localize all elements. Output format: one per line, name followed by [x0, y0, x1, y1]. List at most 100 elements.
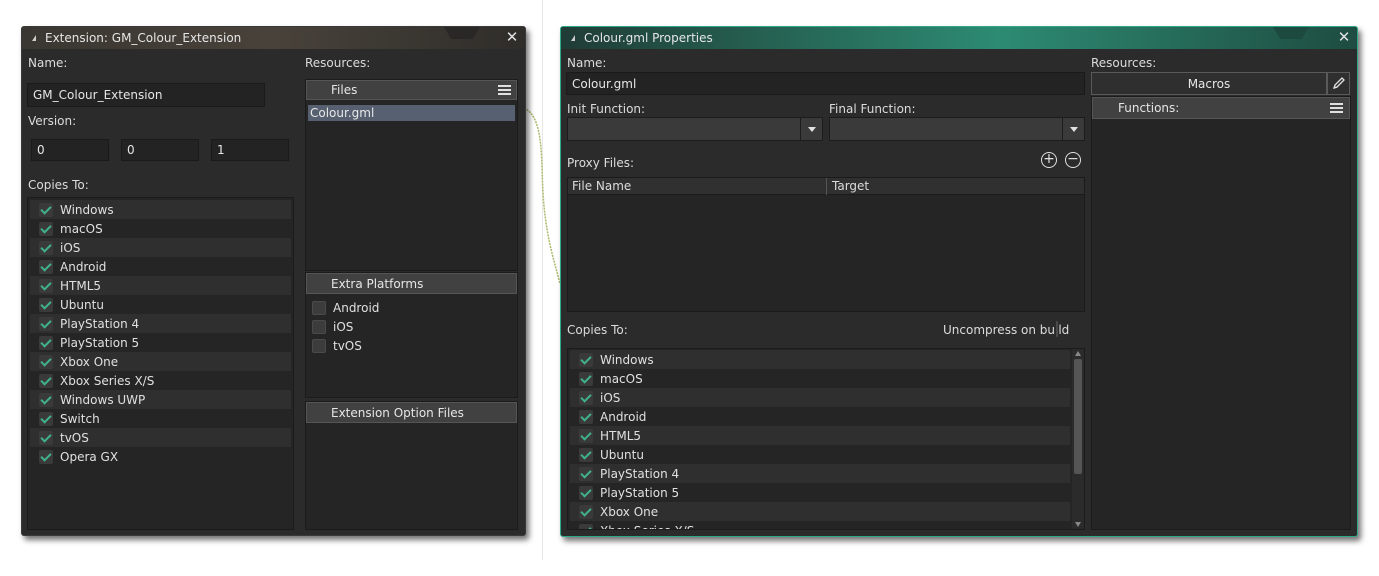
checkmark-icon[interactable]: [39, 240, 53, 255]
extension-window: Extension: GM_Colour_Extension ✕ Name: G…: [21, 26, 526, 536]
copies-to-item[interactable]: Ubuntu: [570, 445, 1070, 464]
checkmark-icon[interactable]: [579, 428, 593, 443]
checkmark-icon[interactable]: [39, 259, 53, 274]
copies-to-item[interactable]: PlayStation 4: [570, 464, 1070, 483]
copies-to-item[interactable]: macOS: [30, 219, 291, 238]
version-patch-input[interactable]: 1: [211, 139, 289, 161]
copies-to-item-label: Windows UWP: [60, 392, 146, 407]
checkbox[interactable]: [312, 300, 326, 315]
proxy-files-table: File Name Target: [567, 177, 1085, 312]
file-name-input[interactable]: Colour.gml: [566, 72, 1085, 95]
copies-to-item[interactable]: Windows: [30, 200, 291, 219]
uncompress-checkbox[interactable]: [1056, 321, 1058, 337]
file-item-colour-gml[interactable]: Colour.gml: [308, 105, 515, 121]
copies-to-item[interactable]: Android: [30, 257, 291, 276]
copies-to-item[interactable]: HTML5: [30, 276, 291, 295]
column-target[interactable]: Target: [832, 179, 869, 193]
extra-platform-item[interactable]: iOS: [303, 317, 508, 336]
checkmark-icon[interactable]: [39, 430, 53, 445]
close-icon[interactable]: ✕: [505, 30, 519, 45]
final-function-select[interactable]: [829, 117, 1085, 141]
extra-platform-item[interactable]: tvOS: [303, 336, 508, 355]
hamburger-menu-icon[interactable]: [1330, 103, 1343, 113]
extra-platform-item-label: Android: [333, 300, 380, 315]
checkmark-icon[interactable]: [39, 449, 53, 464]
checkmark-icon[interactable]: [39, 354, 53, 369]
chevron-down-icon[interactable]: [1062, 118, 1084, 140]
checkmark-icon[interactable]: [579, 447, 593, 462]
checkmark-icon[interactable]: [579, 504, 593, 519]
checkmark-icon[interactable]: [39, 297, 53, 312]
copies-to-item-label: Android: [600, 409, 647, 424]
extra-platform-item-label: iOS: [333, 319, 354, 334]
copies-to-item-label: PlayStation 4: [600, 466, 680, 481]
copies-to-item[interactable]: HTML5: [570, 426, 1070, 445]
minus-circle-icon[interactable]: −: [1065, 152, 1081, 168]
version-minor-input[interactable]: 0: [121, 139, 199, 161]
copies-to-item[interactable]: Xbox One: [570, 502, 1070, 521]
checkmark-icon[interactable]: [39, 373, 53, 388]
copies-to-item[interactable]: Xbox One: [30, 352, 291, 371]
checkmark-icon[interactable]: [579, 390, 593, 405]
copies-to-label: Copies To:: [28, 178, 89, 192]
checkmark-icon[interactable]: [579, 485, 593, 500]
scroll-down-icon[interactable]: [1075, 522, 1081, 527]
scrollbar-thumb[interactable]: [1074, 359, 1082, 474]
checkmark-icon[interactable]: [579, 523, 593, 529]
checkmark-icon[interactable]: [579, 466, 593, 481]
copies-to-item[interactable]: iOS: [30, 238, 291, 257]
init-function-select[interactable]: [567, 117, 823, 141]
macros-button[interactable]: Macros: [1091, 72, 1327, 95]
copies-to-item[interactable]: iOS: [570, 388, 1070, 407]
checkmark-icon[interactable]: [39, 202, 53, 217]
checkmark-icon[interactable]: [39, 316, 53, 331]
checkbox[interactable]: [312, 319, 326, 334]
collapse-triangle-icon[interactable]: [571, 35, 575, 41]
checkmark-icon[interactable]: [39, 335, 53, 350]
extra-platform-item[interactable]: Android: [303, 298, 508, 317]
copies-to-item[interactable]: Xbox Series X/S: [570, 521, 1070, 529]
checkmark-icon[interactable]: [39, 278, 53, 293]
column-file-name[interactable]: File Name: [572, 179, 631, 193]
checkmark-icon[interactable]: [39, 411, 53, 426]
copies-to-item[interactable]: Ubuntu: [30, 295, 291, 314]
copies-to-item[interactable]: Android: [570, 407, 1070, 426]
copies-to-item[interactable]: Switch: [30, 409, 291, 428]
name-label: Name:: [28, 56, 68, 70]
edit-macros-button[interactable]: [1327, 72, 1350, 95]
hamburger-menu-icon[interactable]: [498, 85, 511, 95]
copies-to-item-label: Windows: [60, 202, 114, 217]
copies-to-item[interactable]: Xbox Series X/S: [30, 371, 291, 390]
plus-circle-icon[interactable]: +: [1041, 152, 1057, 168]
copies-to-item-label: macOS: [600, 371, 643, 386]
copies-to-item[interactable]: macOS: [570, 369, 1070, 388]
scroll-up-icon[interactable]: [1075, 351, 1081, 356]
extra-platforms-header[interactable]: Extra Platforms: [306, 273, 517, 294]
collapse-triangle-icon[interactable]: [32, 35, 36, 41]
checkbox[interactable]: [312, 338, 326, 353]
close-icon[interactable]: ✕: [1337, 30, 1351, 45]
copies-to-item[interactable]: PlayStation 5: [30, 333, 291, 352]
copies-to-item[interactable]: Windows UWP: [30, 390, 291, 409]
checkmark-icon[interactable]: [39, 392, 53, 407]
functions-header[interactable]: Functions:: [1092, 97, 1350, 119]
checkmark-icon[interactable]: [579, 371, 593, 386]
extension-name-input[interactable]: GM_Colour_Extension: [27, 83, 265, 107]
name-label: Name:: [567, 56, 607, 70]
copies-to-item[interactable]: Windows: [570, 350, 1070, 369]
checkmark-icon[interactable]: [579, 409, 593, 424]
files-header[interactable]: Files: [306, 80, 517, 100]
chevron-down-icon[interactable]: [800, 118, 822, 140]
copies-to-item[interactable]: Opera GX: [30, 447, 291, 466]
scrollbar[interactable]: [1072, 349, 1084, 529]
version-major-input[interactable]: 0: [31, 139, 109, 161]
checkmark-icon[interactable]: [579, 352, 593, 367]
option-files-header[interactable]: Extension Option Files: [306, 402, 517, 423]
extension-window-titlebar[interactable]: Extension: GM_Colour_Extension ✕: [22, 27, 525, 49]
copies-to-item[interactable]: PlayStation 4: [30, 314, 291, 333]
file-properties-titlebar[interactable]: Colour.gml Properties ✕: [561, 27, 1357, 49]
copies-to-item[interactable]: tvOS: [30, 428, 291, 447]
copies-to-item[interactable]: PlayStation 5: [570, 483, 1070, 502]
checkmark-icon[interactable]: [39, 221, 53, 236]
copies-to-item-label: Xbox Series X/S: [60, 373, 155, 388]
